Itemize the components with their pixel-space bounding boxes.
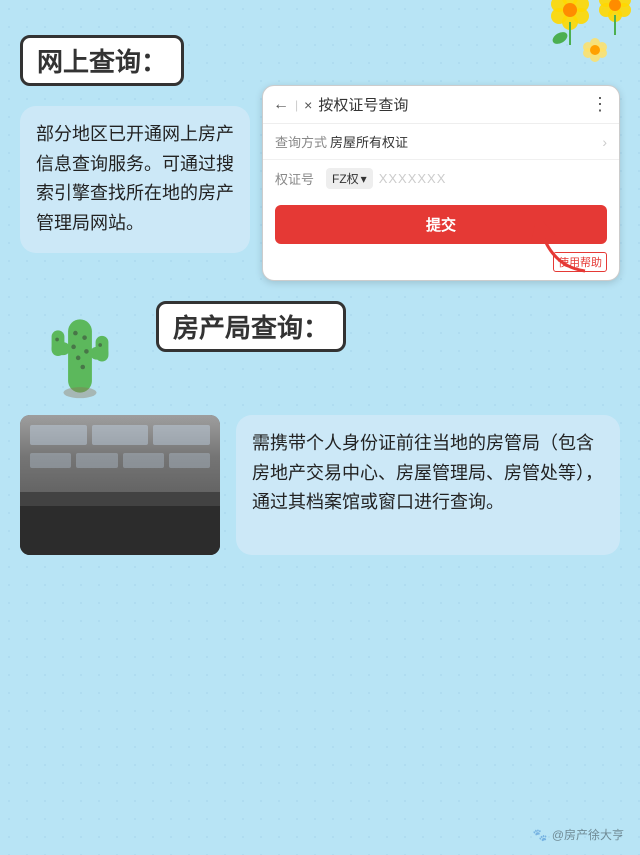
watermark-icon: 🐾 — [533, 828, 548, 842]
phone-back-arrow[interactable]: ← — [273, 96, 289, 114]
cactus-decoration — [20, 301, 140, 411]
bottom-section: 房产管理局 House Property 需携带个人身份证前往当地的房管局（包含… — [20, 415, 620, 555]
bureau-building-bg: 房产管理局 House Property — [20, 415, 220, 555]
red-arrow — [530, 221, 590, 276]
online-query-text: 部分地区已开通网上房产信息查询服务。可通过搜索引擎查找所在地的房产管理局网站。 — [20, 106, 250, 253]
page-container: 网上查询： 部分地区已开通网上房产信息查询服务。可通过搜索引擎查找所在地的房产管… — [0, 0, 640, 855]
watermark: 🐾 @房产徐大亨 — [533, 826, 624, 843]
bureau-building-photo: 房产管理局 House Property — [20, 415, 220, 555]
online-query-left-col: 网上查询： 部分地区已开通网上房产信息查询服务。可通过搜索引擎查找所在地的房产管… — [20, 35, 250, 253]
query-type-label: 查询方式 — [275, 132, 330, 151]
query-type-value: 房屋所有权证 — [330, 132, 602, 151]
online-query-title: 网上查询： — [20, 35, 184, 86]
bureau-query-title: 房产局查询： — [156, 301, 346, 352]
cert-number-value[interactable]: XXXXXXX — [379, 171, 447, 186]
flower-decoration — [480, 0, 640, 100]
middle-section: 房产局查询： — [20, 301, 620, 411]
bureau-query-text: 需携带个人身份证前往当地的房管局（包含房地产交易中心、房屋管理局、房管处等），通… — [236, 415, 620, 555]
cert-prefix-text: FZ权 — [332, 170, 359, 187]
watermark-text: @房产徐大亨 — [552, 826, 624, 843]
phone-mockup-col: ← | × 按权证号查询 ⋮ 查询方式 房屋所有权证 › 权证号 — [262, 85, 620, 281]
phone-close-button[interactable]: × — [304, 97, 312, 113]
cert-prefix-selector[interactable]: FZ权 ▾ — [326, 168, 373, 189]
query-type-row[interactable]: 查询方式 房屋所有权证 › — [263, 124, 619, 160]
query-type-arrow: › — [602, 134, 607, 150]
cert-number-row: 权证号 FZ权 ▾ XXXXXXX — [263, 160, 619, 197]
cert-label: 权证号 — [275, 169, 320, 188]
cert-dropdown-icon: ▾ — [361, 172, 367, 186]
